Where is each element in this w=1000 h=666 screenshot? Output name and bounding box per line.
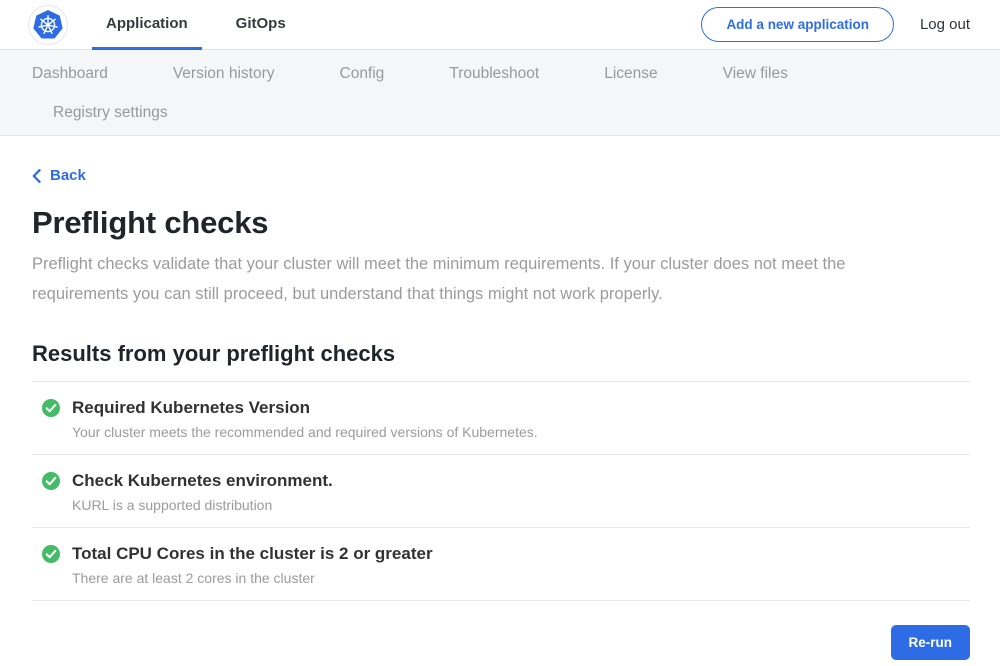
subnav-item-config[interactable]: Config	[340, 65, 385, 83]
subnav-row-1: Dashboard Version history Config Trouble…	[32, 65, 968, 83]
subnav-item-troubleshoot[interactable]: Troubleshoot	[449, 65, 539, 83]
chevron-left-icon	[32, 169, 41, 183]
check-item-kubernetes-environment: Check Kubernetes environment. KURL is a …	[32, 455, 970, 528]
check-title: Total CPU Cores in the cluster is 2 or g…	[72, 543, 433, 565]
primary-tabs: Application GitOps	[92, 0, 300, 49]
check-head: Check Kubernetes environment.	[42, 470, 970, 492]
back-link-label: Back	[50, 167, 86, 184]
check-title: Check Kubernetes environment.	[72, 470, 333, 492]
check-head: Required Kubernetes Version	[42, 397, 970, 419]
footer-actions: Re-run	[32, 625, 970, 660]
check-detail: Your cluster meets the recommended and r…	[72, 424, 970, 441]
logout-link[interactable]: Log out	[920, 16, 970, 33]
check-head: Total CPU Cores in the cluster is 2 or g…	[42, 543, 970, 565]
check-detail: There are at least 2 cores in the cluste…	[72, 570, 970, 587]
page-description: Preflight checks validate that your clus…	[32, 249, 944, 309]
tab-gitops[interactable]: GitOps	[222, 0, 300, 50]
subnav-row-2: Registry settings	[53, 104, 968, 122]
results-heading: Results from your preflight checks	[32, 341, 970, 367]
page-title: Preflight checks	[32, 203, 970, 243]
add-new-application-button[interactable]: Add a new application	[701, 7, 894, 42]
subnav-item-version-history[interactable]: Version history	[173, 65, 275, 83]
subnav-item-registry-settings[interactable]: Registry settings	[53, 104, 168, 122]
success-check-icon	[42, 472, 60, 490]
preflight-results-list: Required Kubernetes Version Your cluster…	[32, 381, 970, 601]
kubernetes-logo	[28, 0, 68, 49]
subnav-item-view-files[interactable]: View files	[723, 65, 788, 83]
main-content: Back Preflight checks Preflight checks v…	[0, 136, 1000, 660]
success-check-icon	[42, 399, 60, 417]
rerun-button[interactable]: Re-run	[891, 625, 971, 660]
back-link[interactable]: Back	[32, 167, 86, 184]
check-item-required-kubernetes-version: Required Kubernetes Version Your cluster…	[32, 382, 970, 455]
subnav-item-dashboard[interactable]: Dashboard	[32, 65, 108, 83]
tab-application[interactable]: Application	[92, 0, 202, 50]
subnav-item-license[interactable]: License	[604, 65, 657, 83]
check-detail: KURL is a supported distribution	[72, 497, 970, 514]
success-check-icon	[42, 545, 60, 563]
check-title: Required Kubernetes Version	[72, 397, 310, 419]
check-item-total-cpu-cores: Total CPU Cores in the cluster is 2 or g…	[32, 528, 970, 601]
app-subnav: Dashboard Version history Config Trouble…	[0, 50, 1000, 136]
topbar-spacer	[300, 0, 702, 49]
top-nav-bar: Application GitOps Add a new application…	[0, 0, 1000, 50]
